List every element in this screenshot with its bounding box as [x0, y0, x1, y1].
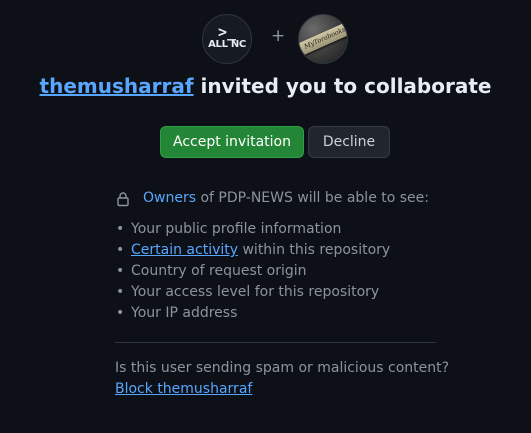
- list-item: Your access level for this repository: [115, 282, 390, 303]
- org-avatar-caption: ALL NC: [208, 39, 246, 50]
- org-avatar[interactable]: >_ ALL NC: [202, 14, 252, 64]
- block-user-link[interactable]: Block themusharraf: [115, 381, 252, 397]
- certain-activity-link[interactable]: Certain activity: [131, 242, 238, 258]
- divider: [115, 342, 436, 343]
- owners-visibility-line: Owners of PDP-NEWS will be able to see:: [115, 190, 429, 207]
- avatar-stripe-text: MyTorabooks: [302, 25, 347, 51]
- lock-icon: [117, 192, 129, 207]
- inviter-link[interactable]: themusharraf: [40, 74, 194, 98]
- owners-link[interactable]: Owners: [143, 190, 196, 206]
- list-item: Your public profile information: [115, 219, 390, 240]
- owners-text: of PDP-NEWS will be able to see:: [196, 190, 429, 206]
- list-item: Your IP address: [115, 303, 390, 324]
- plus-icon: +: [271, 26, 286, 46]
- invite-message: invited you to collaborate: [193, 74, 492, 98]
- user-avatar[interactable]: MyTorabooks: [298, 14, 348, 64]
- avatar-stripe: MyTorabooks: [299, 19, 347, 58]
- decline-button[interactable]: Decline: [308, 126, 390, 158]
- list-item: Country of request origin: [115, 261, 390, 282]
- list-item: Certain activity within this repository: [115, 240, 390, 261]
- accept-invitation-button[interactable]: Accept invitation: [160, 126, 304, 158]
- avatars-row: >_ ALL NC + MyTorabooks: [0, 14, 531, 64]
- permissions-list: Your public profile information Certain …: [115, 219, 390, 324]
- spam-question: Is this user sending spam or malicious c…: [115, 360, 450, 376]
- invite-headline: themusharraf invited you to collaborate: [0, 74, 531, 98]
